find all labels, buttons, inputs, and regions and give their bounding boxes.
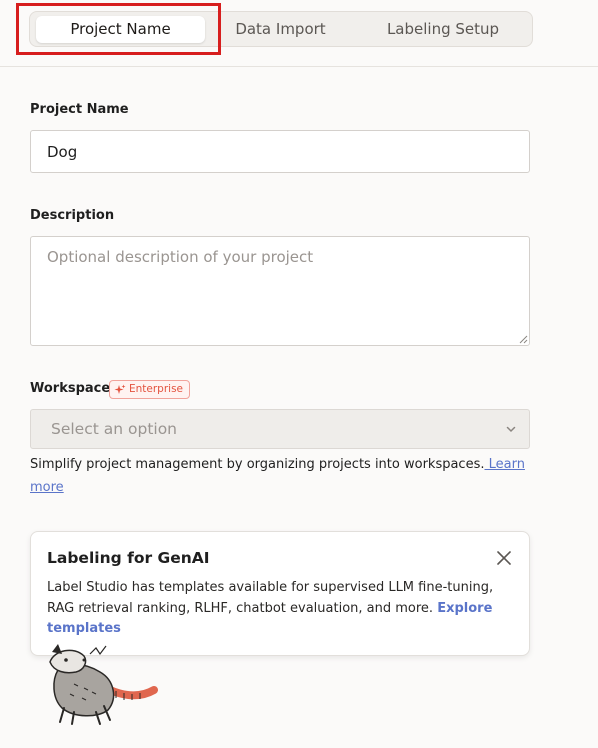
resize-handle-icon[interactable] <box>518 334 528 344</box>
tab-highlight-box <box>16 3 221 55</box>
workspace-label: Workspace <box>30 381 111 396</box>
genai-card-title: Labeling for GenAI <box>47 549 210 567</box>
description-label: Description <box>30 208 115 223</box>
tab-labeling-setup[interactable]: Labeling Setup <box>360 16 526 43</box>
sparkle-icon <box>114 384 126 394</box>
chevron-down-icon <box>506 426 516 433</box>
close-icon[interactable] <box>497 551 511 565</box>
header-divider <box>0 66 598 67</box>
enterprise-badge: Enterprise <box>109 380 191 399</box>
genai-info-card: Labeling for GenAI Label Studio has temp… <box>30 531 530 656</box>
workspace-help-copy: Simplify project management by organizin… <box>30 457 485 472</box>
tab-data-import[interactable]: Data Import <box>214 16 347 43</box>
project-name-label: Project Name <box>30 102 129 117</box>
project-name-input[interactable] <box>30 130 530 173</box>
workspace-select-placeholder: Select an option <box>51 420 178 438</box>
genai-card-body: Label Studio has templates available for… <box>47 578 509 640</box>
genai-card-text: Label Studio has templates available for… <box>47 580 494 616</box>
workspace-select[interactable]: Select an option <box>30 409 530 449</box>
description-textarea[interactable] <box>30 236 530 346</box>
enterprise-badge-label: Enterprise <box>129 383 184 395</box>
workspace-help-text: Simplify project management by organizin… <box>30 453 530 499</box>
opossum-mascot-illustration <box>49 644 158 725</box>
